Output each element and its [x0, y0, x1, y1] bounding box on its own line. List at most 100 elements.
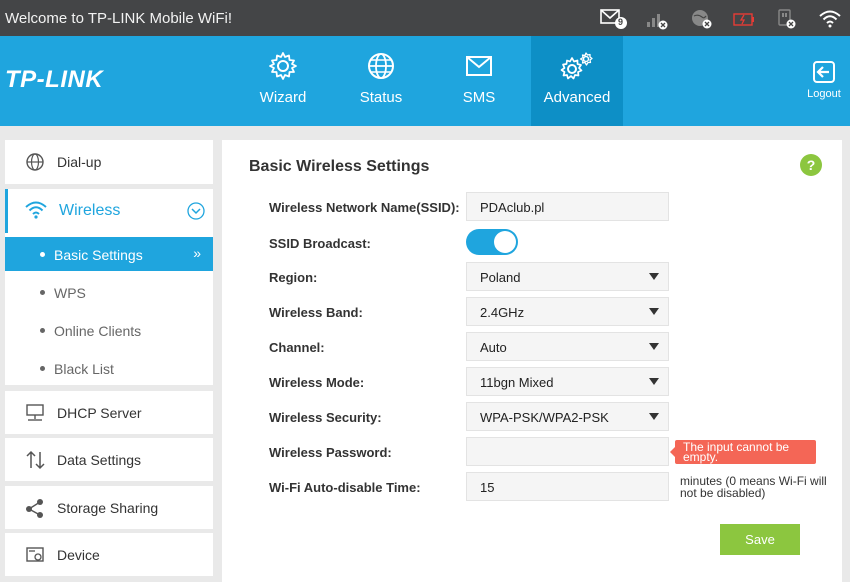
- dropdown-arrow-icon: [649, 413, 659, 420]
- active-indicator-bar: [5, 189, 8, 233]
- autodisable-value: 15: [480, 480, 495, 495]
- sidebar-item-label: Dial-up: [57, 154, 102, 170]
- bullet-dot: [40, 328, 45, 333]
- sidebar-card-storage: Storage Sharing: [5, 486, 213, 529]
- sidebar-item-dialup[interactable]: Dial-up: [5, 140, 213, 184]
- sidebar-subitem-wps[interactable]: WPS: [5, 275, 213, 309]
- sidebar-item-label: DHCP Server: [57, 405, 142, 421]
- sidebar-item-label: Storage Sharing: [57, 500, 159, 516]
- sidebar-card-wireless: Wireless Basic Settings » WPS Online Cli…: [5, 189, 213, 385]
- mode-label: Wireless Mode:: [269, 375, 365, 390]
- tab-wizard-label: Wizard: [259, 89, 307, 106]
- channel-select[interactable]: Auto: [466, 332, 669, 361]
- logout-icon: [813, 61, 835, 83]
- share-icon: [26, 499, 43, 518]
- security-row: Wireless Security: WPA-PSK/WPA2-PSK: [269, 402, 829, 432]
- security-select[interactable]: WPA-PSK/WPA2-PSK: [466, 402, 669, 431]
- tab-sms[interactable]: SMS: [433, 36, 525, 126]
- top-header: TP-LINK Wizard Status SMS Advanced Logou…: [0, 36, 850, 126]
- ssid-broadcast-toggle[interactable]: [466, 229, 518, 255]
- server-icon: [26, 404, 44, 421]
- wifi-status-icon: [818, 8, 842, 28]
- gear-icon: [269, 52, 297, 80]
- message-count-badge: 9: [618, 17, 624, 27]
- sidebar-subitem-online-clients[interactable]: Online Clients: [5, 313, 213, 347]
- sidebar-item-wireless[interactable]: Wireless: [5, 189, 213, 233]
- tab-status[interactable]: Status: [335, 36, 427, 126]
- bullet-dot: [40, 290, 45, 295]
- band-label: Wireless Band:: [269, 305, 363, 320]
- sim-card-icon: [776, 8, 800, 29]
- sidebar-subitem-label: Black List: [54, 361, 114, 377]
- password-input[interactable]: [466, 437, 669, 466]
- sidebar-subitem-basic-settings[interactable]: Basic Settings »: [5, 237, 213, 271]
- wifi-icon: [25, 201, 47, 219]
- envelope-icon: [466, 56, 492, 76]
- autodisable-input[interactable]: 15: [466, 472, 669, 501]
- password-row: Wireless Password: The input cannot be e…: [269, 437, 829, 467]
- sidebar-item-label: Data Settings: [57, 452, 142, 468]
- region-select[interactable]: Poland: [466, 262, 669, 291]
- bullet-dot: [40, 366, 45, 371]
- region-row: Region: Poland: [269, 262, 829, 292]
- save-button[interactable]: Save: [720, 524, 800, 555]
- security-value: WPA-PSK/WPA2-PSK: [480, 410, 609, 425]
- sidebar: Dial-up Wireless Basic Settings » WPS On…: [0, 126, 220, 582]
- sidebar-item-label: Device: [57, 547, 100, 563]
- internet-globe-icon: [690, 8, 714, 29]
- tab-sms-label: SMS: [462, 89, 496, 106]
- sidebar-item-device[interactable]: Device: [5, 533, 213, 577]
- sidebar-card-device: Device: [5, 533, 213, 576]
- gears-icon: [560, 52, 593, 80]
- logout-label: Logout: [807, 88, 841, 100]
- tab-status-label: Status: [359, 89, 403, 106]
- band-select[interactable]: 2.4GHz: [466, 297, 669, 326]
- tab-wizard[interactable]: Wizard: [237, 36, 329, 126]
- dropdown-arrow-icon: [649, 343, 659, 350]
- sidebar-item-label: Wireless: [59, 202, 121, 219]
- ssid-row: Wireless Network Name(SSID): PDAclub.pl: [269, 192, 829, 222]
- password-label: Wireless Password:: [269, 445, 392, 460]
- dropdown-arrow-icon: [649, 273, 659, 280]
- chevron-down-icon[interactable]: [187, 202, 205, 220]
- sidebar-item-data-settings[interactable]: Data Settings: [5, 438, 213, 482]
- ssid-label: Wireless Network Name(SSID):: [269, 200, 460, 215]
- ssid-broadcast-label: SSID Broadcast:: [269, 236, 371, 251]
- sidebar-card-dhcp: DHCP Server: [5, 391, 213, 434]
- title-bar: Welcome to TP-LINK Mobile WiFi! 9: [0, 0, 850, 36]
- logout-button[interactable]: Logout: [804, 60, 844, 100]
- mode-value: 11bgn Mixed: [480, 375, 554, 390]
- tp-link-logo: TP-LINK: [5, 66, 104, 93]
- globe-icon: [368, 53, 394, 79]
- sidebar-item-storage-sharing[interactable]: Storage Sharing: [5, 486, 213, 530]
- autodisable-hint: minutes (0 means Wi-Fi will not be disab…: [680, 474, 827, 500]
- help-icon[interactable]: ?: [800, 154, 822, 176]
- sidebar-subitem-label: Online Clients: [54, 323, 142, 339]
- sidebar-card-data-settings: Data Settings: [5, 438, 213, 481]
- password-error-tooltip: The input cannot be empty.: [670, 440, 816, 464]
- sidebar-item-dhcp-server[interactable]: DHCP Server: [5, 391, 213, 435]
- mode-select[interactable]: 11bgn Mixed: [466, 367, 669, 396]
- ssid-value: PDAclub.pl: [480, 200, 545, 215]
- ssid-input[interactable]: PDAclub.pl: [466, 192, 669, 221]
- toggle-knob: [494, 231, 516, 253]
- mail-icon[interactable]: 9: [600, 8, 627, 29]
- tab-advanced-label: Advanced: [543, 89, 611, 106]
- dropdown-arrow-icon: [649, 308, 659, 315]
- region-label: Region:: [269, 270, 318, 285]
- sidebar-subitem-label: Basic Settings: [54, 247, 143, 263]
- region-value: Poland: [480, 270, 521, 285]
- tab-advanced[interactable]: Advanced: [531, 36, 623, 126]
- window-title: Welcome to TP-LINK Mobile WiFi!: [5, 10, 232, 27]
- up-down-arrows-icon: [26, 450, 45, 470]
- main-panel: Basic Wireless Settings ? Wireless Netwo…: [222, 140, 842, 582]
- sidebar-subitem-black-list[interactable]: Black List: [5, 351, 213, 385]
- signal-icon: [645, 8, 669, 30]
- channel-row: Channel: Auto: [269, 332, 829, 362]
- dropdown-arrow-icon: [649, 378, 659, 385]
- autodisable-row: Wi-Fi Auto-disable Time: 15 minutes (0 m…: [269, 472, 829, 502]
- sidebar-card-dialup: Dial-up: [5, 140, 213, 184]
- device-settings-icon: [26, 547, 44, 562]
- channel-label: Channel:: [269, 340, 325, 355]
- ssid-broadcast-row: SSID Broadcast:: [269, 229, 829, 260]
